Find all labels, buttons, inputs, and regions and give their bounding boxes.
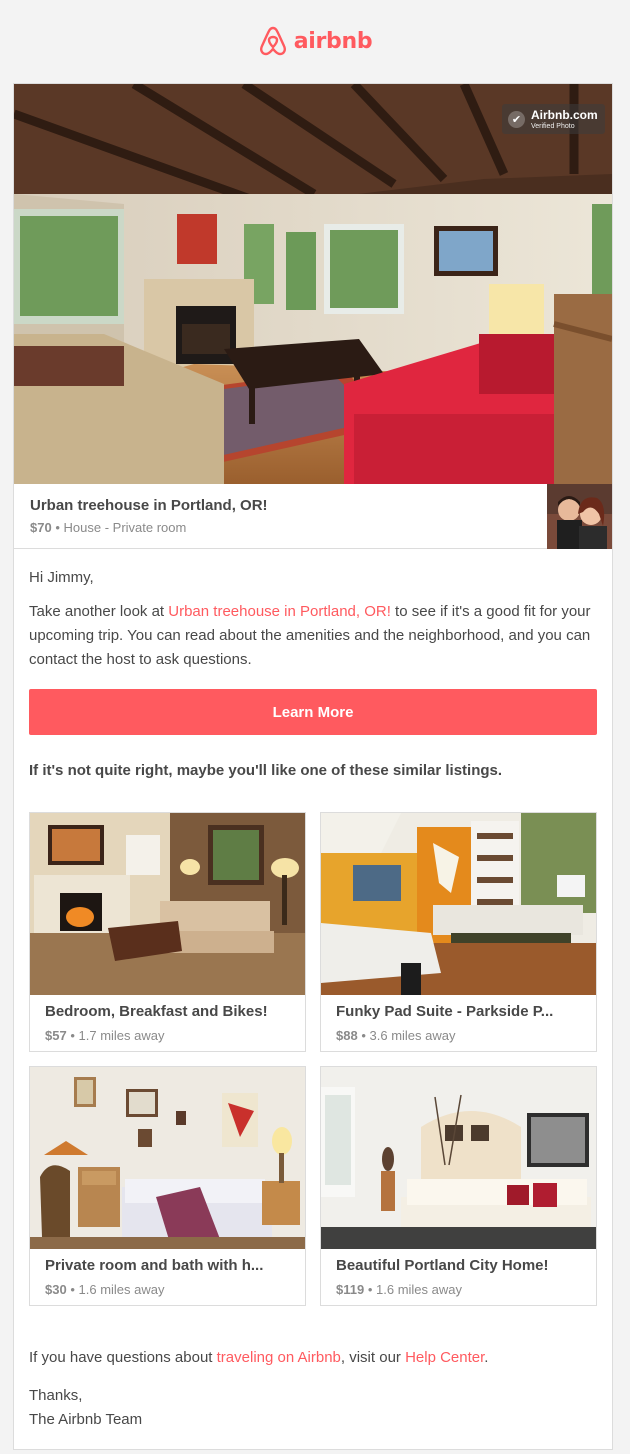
- help-center-link[interactable]: Help Center: [405, 1349, 484, 1366]
- similar-listing-card[interactable]: Private room and bath with h... $30 • 1.…: [29, 1066, 306, 1306]
- similar-listing-title[interactable]: Beautiful Portland City Home!: [336, 1257, 581, 1274]
- email-card: ✔ Airbnb.com Verified Photo Urban treeho…: [13, 83, 613, 1450]
- similar-listing-meta: $30 • 1.6 miles away: [45, 1282, 165, 1297]
- verified-badge-subtitle: Verified Photo: [531, 122, 575, 130]
- intro-paragraph: Take another look at Urban treehouse in …: [29, 600, 597, 672]
- similar-listing-photo[interactable]: [321, 813, 596, 995]
- similar-listing-distance: 3.6 miles away: [369, 1028, 456, 1043]
- similar-listing-price: $119: [336, 1282, 365, 1297]
- similar-listings-heading: If it's not quite right, maybe you'll li…: [29, 762, 503, 779]
- thanks-text: Thanks,: [29, 1387, 83, 1404]
- listing-link[interactable]: Urban treehouse in Portland, OR!: [168, 603, 391, 620]
- similar-listing-title[interactable]: Funky Pad Suite - Parkside P...: [336, 1003, 581, 1020]
- intro-text-pre: Take another look at: [29, 603, 169, 620]
- email-header: airbnb: [0, 0, 630, 82]
- meta-separator: •: [367, 1282, 373, 1297]
- meta-separator: •: [361, 1028, 366, 1043]
- similar-listing-card[interactable]: Bedroom, Breakfast and Bikes! $57 • 1.7 …: [29, 812, 306, 1052]
- listing-hero-photo[interactable]: ✔ Airbnb.com Verified Photo: [14, 84, 612, 484]
- similar-listing-meta: $88 • 3.6 miles away: [336, 1028, 456, 1043]
- greeting: Hi Jimmy,: [29, 569, 94, 586]
- similar-listing-card[interactable]: Funky Pad Suite - Parkside P... $88 • 3.…: [320, 812, 597, 1052]
- similar-listing-price: $30: [45, 1282, 67, 1297]
- similar-listing-price: $88: [336, 1028, 358, 1043]
- listing-title[interactable]: Urban treehouse in Portland, OR!: [30, 497, 268, 514]
- similar-listing-price: $57: [45, 1028, 67, 1043]
- meta-separator: •: [55, 520, 60, 535]
- verified-photo-badge: ✔ Airbnb.com Verified Photo: [502, 104, 605, 134]
- similar-listing-card[interactable]: Beautiful Portland City Home! $119 • 1.6…: [320, 1066, 597, 1306]
- airbnb-wordmark[interactable]: airbnb: [294, 29, 373, 54]
- checkmark-icon: ✔: [508, 110, 525, 128]
- similar-listing-distance: 1.6 miles away: [78, 1282, 165, 1297]
- help-text-mid: , visit our: [340, 1349, 406, 1366]
- learn-more-button[interactable]: Learn More: [29, 689, 597, 735]
- host-avatar[interactable]: [547, 484, 612, 549]
- help-paragraph: If you have questions about traveling on…: [29, 1346, 488, 1370]
- meta-separator: •: [70, 1028, 75, 1043]
- similar-listing-title[interactable]: Private room and bath with h...: [45, 1257, 290, 1274]
- help-text-post: .: [484, 1349, 489, 1366]
- listing-room-type: House - Private room: [63, 520, 187, 535]
- help-text-pre: If you have questions about: [29, 1349, 217, 1366]
- similar-listing-photo[interactable]: [321, 1067, 596, 1249]
- signoff: Thanks, The Airbnb Team: [29, 1384, 142, 1432]
- traveling-on-airbnb-link[interactable]: traveling on Airbnb: [217, 1349, 341, 1366]
- similar-listing-title[interactable]: Bedroom, Breakfast and Bikes!: [45, 1003, 290, 1020]
- meta-separator: •: [70, 1282, 75, 1297]
- similar-listing-photo[interactable]: [30, 813, 305, 995]
- airbnb-logo-icon[interactable]: [258, 25, 288, 57]
- similar-listing-photo[interactable]: [30, 1067, 305, 1249]
- similar-listing-distance: 1.7 miles away: [78, 1028, 165, 1043]
- similar-listing-distance: 1.6 miles away: [376, 1282, 462, 1297]
- listing-summary[interactable]: Urban treehouse in Portland, OR! $70 • H…: [14, 484, 612, 549]
- listing-meta: $70 • House - Private room: [30, 520, 186, 535]
- listing-price: $70: [30, 520, 52, 535]
- verified-badge-title: Airbnb.com: [531, 107, 598, 122]
- similar-listing-meta: $119 • 1.6 miles away: [336, 1282, 462, 1297]
- signature: The Airbnb Team: [29, 1411, 143, 1428]
- similar-listing-meta: $57 • 1.7 miles away: [45, 1028, 165, 1043]
